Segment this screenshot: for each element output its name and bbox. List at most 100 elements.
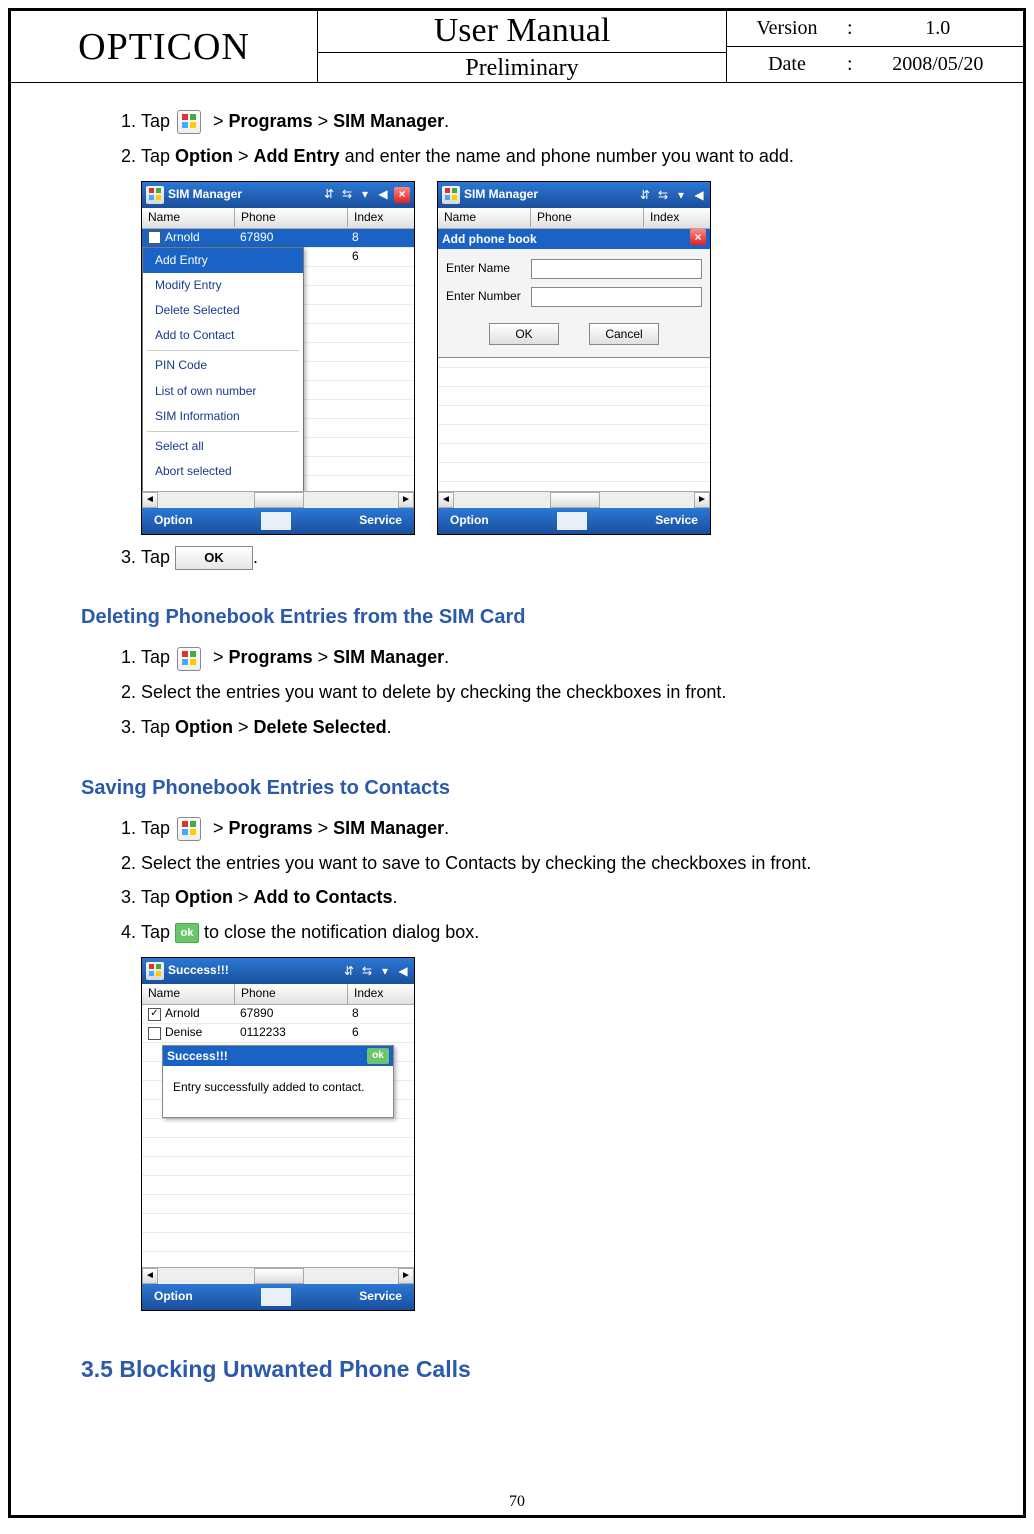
heading-saving: Saving Phonebook Entries to Contacts	[81, 772, 973, 804]
ok-button[interactable]: ok	[367, 1048, 389, 1064]
start-icon	[177, 817, 201, 841]
cancel-button[interactable]: Cancel	[589, 323, 659, 345]
ok-button[interactable]: OK	[489, 323, 559, 345]
doc-header: OPTICON User Manual Preliminary Version …	[11, 11, 1023, 83]
close-icon[interactable]: ×	[394, 187, 410, 203]
menu-pin-code[interactable]: PIN Code	[143, 353, 303, 378]
scroll-right-icon[interactable]: ►	[398, 492, 414, 508]
date-value: 2008/05/20	[873, 53, 1003, 76]
scroll-left-icon[interactable]: ◄	[142, 492, 158, 508]
h-scrollbar[interactable]: ◄ ►	[438, 491, 710, 508]
status-icon: ⇵	[342, 964, 356, 978]
softkey-service[interactable]: Service	[359, 511, 402, 530]
menu-refresh[interactable]: Refresh	[143, 484, 303, 490]
volume-icon: ◀	[376, 187, 390, 201]
deleting-step-2: Select the entries you want to delete by…	[141, 678, 973, 707]
keyboard-icon[interactable]	[557, 512, 587, 530]
volume-icon: ◀	[692, 188, 706, 202]
col-phone[interactable]: Phone	[235, 984, 348, 1003]
success-dialog: Success!!! ok Entry successfully added t…	[162, 1045, 394, 1118]
table-row[interactable]: Arnold 67890 8	[142, 229, 414, 248]
checkbox[interactable]	[148, 1008, 161, 1021]
add-entry-step-1: Tap > Programs > SIM Manager.	[141, 107, 973, 136]
window-title: Success!!!	[168, 961, 338, 980]
h-scrollbar[interactable]: ◄ ►	[142, 491, 414, 508]
col-name[interactable]: Name	[438, 208, 531, 227]
table-row[interactable]: Denise 0112233 6	[142, 1024, 414, 1043]
softkey-option[interactable]: Option	[154, 511, 193, 530]
ok-button[interactable]: OK	[175, 546, 253, 570]
scroll-left-icon[interactable]: ◄	[142, 1268, 158, 1284]
checkbox[interactable]	[148, 231, 161, 244]
add-phonebook-dialog: Add phone book × Enter Name Enter Number…	[438, 229, 710, 358]
input-enter-name[interactable]	[531, 259, 702, 279]
menu-delete-selected[interactable]: Delete Selected	[143, 298, 303, 323]
input-enter-number[interactable]	[531, 287, 702, 307]
label-enter-number: Enter Number	[446, 287, 521, 306]
start-icon[interactable]	[146, 962, 164, 980]
close-icon[interactable]: ×	[690, 229, 706, 245]
keyboard-icon[interactable]	[261, 512, 291, 530]
add-entry-step-3: Tap OK.	[141, 543, 973, 572]
deleting-step-3: Tap Option > Delete Selected.	[141, 713, 973, 742]
menu-sim-info[interactable]: SIM Information	[143, 404, 303, 429]
menu-select-all[interactable]: Select all	[143, 434, 303, 459]
saving-step-1: Tap > Programs > SIM Manager.	[141, 814, 973, 843]
softkey-option[interactable]: Option	[154, 1287, 193, 1306]
page-number: 70	[11, 1493, 1023, 1511]
scroll-left-icon[interactable]: ◄	[438, 492, 454, 508]
scroll-thumb[interactable]	[254, 1268, 304, 1284]
dialog-title: Success!!!	[167, 1046, 228, 1066]
doc-subtitle: Preliminary	[318, 53, 726, 82]
checkbox[interactable]	[148, 1027, 161, 1040]
col-name[interactable]: Name	[142, 208, 235, 227]
menu-abort-selected[interactable]: Abort selected	[143, 459, 303, 484]
status-icon: ⇆	[340, 187, 354, 201]
brand: OPTICON	[11, 11, 318, 83]
titlebar: SIM Manager ⇵ ⇆ ▾ ◀ ×	[142, 182, 414, 208]
softkey-service[interactable]: Service	[359, 1287, 402, 1306]
softkey-service[interactable]: Service	[655, 511, 698, 530]
start-icon	[177, 647, 201, 671]
deleting-steps: Tap > Programs > SIM Manager. Select the…	[81, 643, 973, 741]
keyboard-icon[interactable]	[261, 1288, 291, 1306]
col-index[interactable]: Index	[348, 984, 414, 1003]
table-row[interactable]: Arnold 67890 8	[142, 1005, 414, 1024]
menu-add-to-contact[interactable]: Add to Contact	[143, 323, 303, 348]
scroll-right-icon[interactable]: ►	[694, 492, 710, 508]
screenshot-success-dialog: Success!!! ⇵ ⇆ ▾ ◀ Name Phone Index Arno…	[141, 957, 415, 1311]
start-icon[interactable]	[146, 186, 164, 204]
menu-modify-entry[interactable]: Modify Entry	[143, 273, 303, 298]
saving-step-4: Tap ok to close the notification dialog …	[141, 918, 973, 947]
status-icon: ⇆	[656, 188, 670, 202]
context-menu: Add Entry Modify Entry Delete Selected A…	[142, 247, 304, 491]
scroll-right-icon[interactable]: ►	[398, 1268, 414, 1284]
signal-icon: ▾	[378, 964, 392, 978]
menu-own-number[interactable]: List of own number	[143, 379, 303, 404]
start-icon[interactable]	[442, 186, 460, 204]
softkey-option[interactable]: Option	[450, 511, 489, 530]
h-scrollbar[interactable]: ◄ ►	[142, 1267, 414, 1284]
ok-icon: ok	[175, 923, 199, 943]
col-index[interactable]: Index	[644, 208, 710, 227]
col-name[interactable]: Name	[142, 984, 235, 1003]
col-index[interactable]: Index	[348, 208, 414, 227]
version-label: Version	[747, 17, 827, 40]
volume-icon: ◀	[396, 964, 410, 978]
label-enter-name: Enter Name	[446, 259, 521, 278]
scroll-thumb[interactable]	[550, 492, 600, 508]
menu-add-entry[interactable]: Add Entry	[143, 248, 303, 273]
saving-steps: Tap > Programs > SIM Manager. Select the…	[81, 814, 973, 947]
col-phone[interactable]: Phone	[235, 208, 348, 227]
titlebar: Success!!! ⇵ ⇆ ▾ ◀	[142, 958, 414, 984]
soft-key-bar: Option Service	[438, 508, 710, 534]
sim-manager-link: SIM Manager	[333, 111, 444, 131]
page-frame: OPTICON User Manual Preliminary Version …	[8, 8, 1026, 1518]
signal-icon: ▾	[674, 188, 688, 202]
programs-link: Programs	[229, 111, 313, 131]
col-phone[interactable]: Phone	[531, 208, 644, 227]
signal-icon: ▾	[358, 187, 372, 201]
add-entry-step-2: Tap Option > Add Entry and enter the nam…	[141, 142, 973, 171]
scroll-thumb[interactable]	[254, 492, 304, 508]
heading-deleting: Deleting Phonebook Entries from the SIM …	[81, 601, 973, 633]
